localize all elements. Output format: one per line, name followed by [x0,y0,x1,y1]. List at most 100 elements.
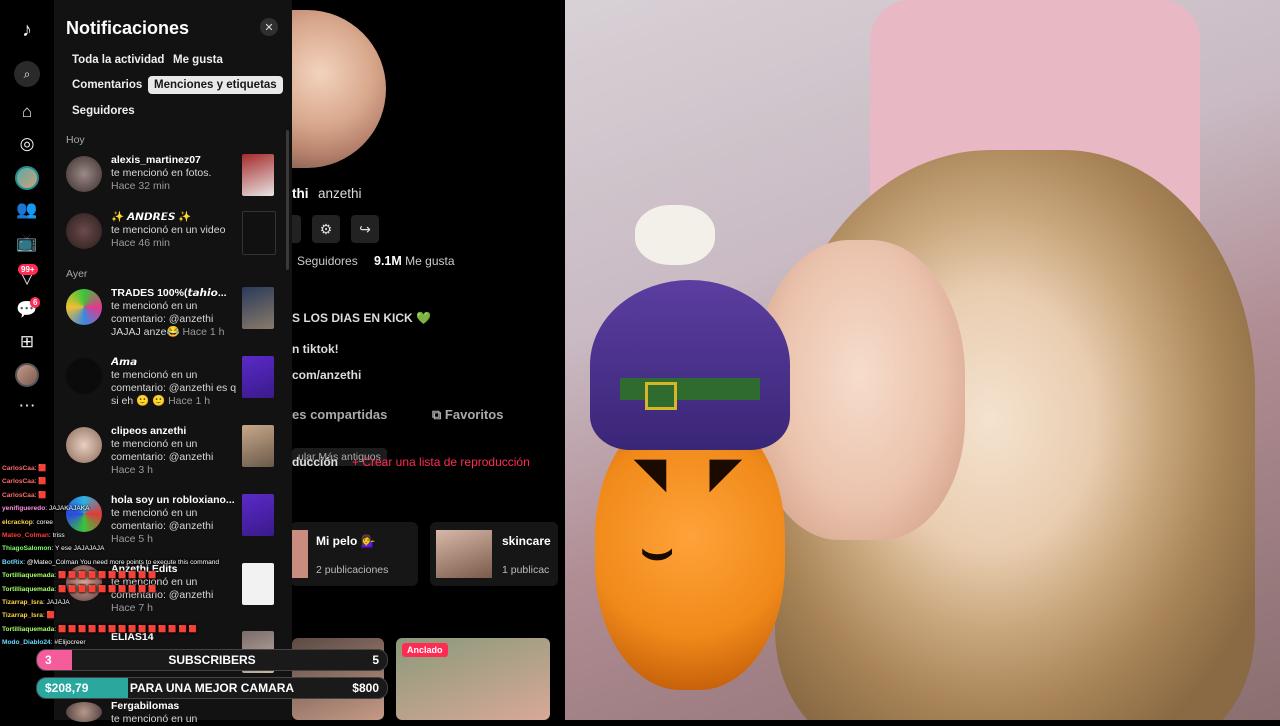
chat-username[interactable]: elcrackop [2,519,33,526]
playlist-card[interactable]: Mi pelo 💁‍♀️ 2 publicaciones [292,522,418,586]
avatar [66,427,102,463]
chat-username[interactable]: CarlosCaa [2,492,35,499]
notification-thumbnail[interactable] [242,154,274,196]
following-icon[interactable]: 👥 [13,196,41,224]
chat-message: CarlosCaa: 🟥 [2,475,292,488]
scrollbar[interactable] [286,130,289,270]
chat-username[interactable]: BotRix [2,559,23,566]
notification-thumbnail[interactable] [242,287,274,329]
chat-message: BotRix: @Mateo_Colman You need more poin… [2,556,292,569]
filter-likes[interactable]: Me gusta [167,51,229,69]
chat-username[interactable]: Tortilliaquemada [2,586,54,593]
pumpkin-eye-icon: ◥ [635,451,666,495]
profile-avatar-icon[interactable] [13,164,41,192]
chat-message: Tizarrap_Isra: JAJAJA [2,596,292,609]
chat-text: : Y ese JAJAJAJA [51,545,105,553]
chat-username[interactable]: CarlosCaa [2,465,35,472]
notification-user: Fergabilomas [111,700,180,712]
filter-all[interactable]: Toda la actividad [66,51,170,69]
chat-username[interactable]: Tortilliaquemada [2,626,54,633]
notification-item[interactable]: 𝘼𝙢𝙖 te mencionó en un comentario: @anzeth… [66,356,278,407]
chat-username[interactable]: Tortilliaquemada [2,572,54,579]
chat-username[interactable]: Tizarrap_Isra [2,599,43,606]
likes-count: 9.1M [374,254,402,268]
subscriber-target: 5 [372,653,379,667]
chat-username[interactable]: yenifigueredo [2,505,45,512]
panel-title: Notificaciones [66,18,190,38]
pumpkin-mouth-icon: ⌣ [640,521,675,579]
notification-user: TRADES 100%(𝙩𝙖𝙝𝙞𝙤... [111,287,227,299]
hat-buckle [645,382,677,410]
pumpkin-eye-icon: ◤ [710,451,741,495]
notification-item[interactable]: Fergabilomas te mencionó en un [66,700,278,725]
filter-mentions[interactable]: Menciones y etiquetas [148,76,283,94]
chat-message: CarlosCaa: 🟥 [2,489,292,502]
chat-username[interactable]: Modo_Diablo24 [2,639,51,646]
tiktok-logo-icon[interactable]: ♪ [13,16,41,44]
chat-text: : 🟥 [42,612,55,620]
notification-thumbnail[interactable] [242,211,276,255]
subscriber-label: SUBSCRIBERS [168,653,256,667]
playlist-count: 2 publicaciones [316,564,389,576]
chat-username[interactable]: ThiagoSalomon [2,545,51,552]
notification-text: te mencionó en fotos. [111,167,212,179]
filter-comments[interactable]: Comentarios [66,76,148,94]
notification-thumbnail[interactable] [242,356,274,398]
chat-text: : 🟥 🟥 🟥 🟥 🟥 🟥 🟥 🟥 🟥 🟥 🟥 🟥 🟥 🟥 [54,625,197,633]
chat-message: yenifigueredo: JAJAKAJAKA [2,502,292,515]
explore-icon[interactable]: ◎ [13,130,41,158]
chat-username[interactable]: Tizarrap_Isra [2,612,43,619]
chat-username[interactable]: CarlosCaa [2,478,35,485]
avatar [66,156,102,192]
chat-text: : JAJAJA [42,599,70,607]
section-today: Hoy [66,134,85,146]
avatar [66,213,102,249]
notification-user: ✨ 𝘼𝙉𝘿𝙍𝙀𝙎 ✨ [111,211,192,223]
notification-user: alexis_martinez07 [111,154,201,166]
profile-avatar [292,10,386,168]
share-icon[interactable]: ↪ [351,215,379,243]
notification-user: clipeos anzethi [111,425,187,437]
chat-message: CarlosCaa: 🟥 [2,462,292,475]
upload-icon[interactable]: ⊞ [13,328,41,356]
live-icon[interactable]: 📺 [13,229,41,257]
home-icon[interactable]: ⌂ [13,98,41,126]
playlist-card[interactable]: skincare 1 publicac [430,522,558,586]
profile-handle: anzethi [318,186,362,201]
followers-label[interactable]: Seguidores [297,254,358,268]
chat-text: : 🟥 [34,478,47,486]
tab-shared[interactable]: es compartidas [292,407,387,422]
account-avatar-icon[interactable] [13,361,41,389]
search-icon[interactable]: ⌕ [13,60,41,88]
more-icon[interactable]: ⋯ [13,392,41,420]
playlist-count: 1 publicac [502,564,550,576]
bio-link[interactable]: com/anzethi [292,368,361,382]
notification-time: Hace 32 min [111,180,170,192]
pumpkin-decoration [595,410,785,690]
edit-profile-button[interactable] [292,215,301,243]
chat-text: : 🟥 [34,491,47,499]
notification-item[interactable]: alexis_martinez07 te mencionó en fotos. H… [66,154,278,204]
chat-message: elcrackop: coree [2,516,292,529]
chat-username[interactable]: Mateo_Colman [2,532,49,539]
chat-text: : triss [48,532,65,540]
donation-target: $800 [352,681,379,695]
create-playlist-link[interactable]: + Crear una lista de reproducción [352,455,530,469]
settings-icon[interactable]: ⚙ [312,215,340,243]
subscriber-goal-bar: 3 SUBSCRIBERS 5 [36,649,388,671]
playlist-title: Mi pelo 💁‍♀️ [316,534,376,548]
tab-favorites[interactable]: ⧉ Favoritos [432,407,503,423]
close-icon[interactable]: ✕ [260,18,278,36]
notification-thumbnail[interactable] [242,425,274,467]
witch-hat [590,280,790,450]
notification-item[interactable]: TRADES 100%(𝙩𝙖𝙝𝙞𝙤... te mencionó en un co… [66,287,278,338]
notification-text: te mencionó en un video [111,224,226,236]
playlist-title: skincare [502,534,551,548]
chat-message: Tortilliaquemada: 🟥 🟥 🟥 🟥 🟥 🟥 🟥 🟥 🟥 🟥 [2,569,292,582]
donation-goal-bar: $208,79 PARA UNA MEJOR CAMARA $800 [36,677,388,699]
hat-band [620,378,760,400]
notification-item[interactable]: ✨ 𝘼𝙉𝘿𝙍𝙀𝙎 ✨ te mencionó en un video Hace 4… [66,211,278,261]
bio-line: n tiktok! [292,342,339,356]
notification-user: 𝘼𝙢𝙖 [111,356,138,368]
filter-followers[interactable]: Seguidores [66,102,141,120]
